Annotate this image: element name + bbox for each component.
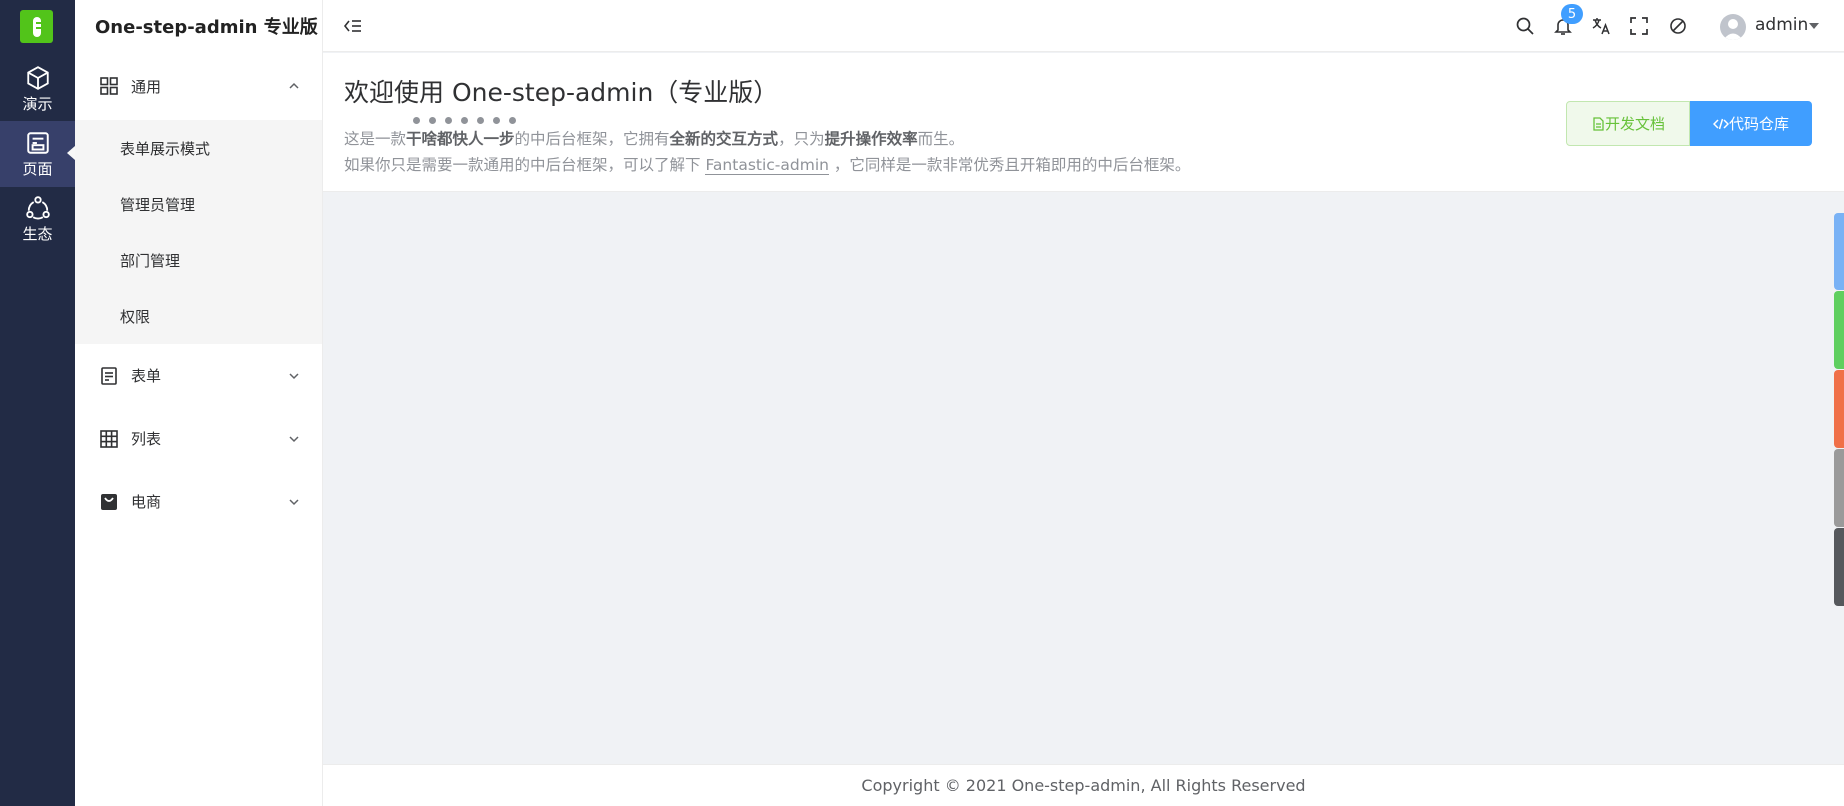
- dev-docs-button[interactable]: 开发文档: [1566, 101, 1690, 146]
- document-icon: [101, 366, 117, 385]
- rail-item-ecosystem[interactable]: 生态: [0, 186, 75, 252]
- menu-group-label: 通用: [131, 77, 162, 96]
- rail-item-pages[interactable]: 页面: [0, 121, 75, 187]
- document-icon: [1593, 116, 1604, 131]
- intro-bold: 干啥都快人一步: [406, 130, 515, 148]
- theme-color-tab-blue[interactable]: [1834, 213, 1844, 290]
- shopping-bag-icon: [101, 493, 117, 510]
- chevron-down-icon: [289, 498, 299, 505]
- menu-item-department-management[interactable]: 部门管理: [75, 232, 322, 288]
- button-label: 代码仓库: [1728, 115, 1789, 133]
- theme-color-tab-dark[interactable]: [1834, 528, 1844, 606]
- translate-icon[interactable]: [1591, 16, 1611, 36]
- rail-item-label: 生态: [22, 224, 53, 243]
- notification-badge: 5: [1561, 4, 1583, 24]
- user-avatar-icon: [1723, 19, 1743, 40]
- avatar[interactable]: [1720, 14, 1746, 40]
- code-repo-button[interactable]: 代码仓库: [1690, 101, 1812, 146]
- main-nav-rail: 演示 页面 生态: [0, 0, 75, 806]
- intro-text: 这是一款: [344, 130, 407, 148]
- menu-item-permissions[interactable]: 权限: [75, 288, 322, 344]
- search-icon[interactable]: [1515, 16, 1535, 36]
- theme-toggle-icon[interactable]: [1668, 16, 1688, 36]
- submenu-general: 表单展示模式 管理员管理 部门管理 权限: [75, 120, 322, 344]
- user-menu-caret-icon[interactable]: [1809, 23, 1819, 29]
- grid-icon: [100, 77, 118, 95]
- theme-color-tab-gray[interactable]: [1834, 449, 1844, 527]
- menu-group-label: 电商: [131, 493, 162, 511]
- theme-color-tab-green[interactable]: [1834, 291, 1844, 369]
- fantastic-admin-link[interactable]: Fantastic-admin: [705, 156, 829, 175]
- ecosystem-icon: [25, 195, 50, 219]
- menu-group-label: 表单: [131, 367, 162, 385]
- sidebar-title: One-step-admin 专业版: [95, 17, 318, 38]
- footer: Copyright © 2021 One-step-admin, All Rig…: [323, 764, 1844, 806]
- emphasis-dots: [413, 117, 516, 124]
- page-icon: [26, 131, 49, 154]
- top-bar: 5 admin: [323, 0, 1844, 52]
- menu-group-label: 列表: [131, 430, 162, 448]
- copyright-text: Copyright © 2021 One-step-admin, All Rig…: [861, 776, 1306, 795]
- active-indicator: [67, 146, 75, 160]
- intro-text: ，它同样是一款非常优秀且开箱即用的中后台框架。: [828, 156, 1191, 174]
- welcome-header: 欢迎使用 One-step-admin（专业版） 这是一款干啥都快人一步的中后台…: [323, 53, 1844, 192]
- menu-group-ecommerce[interactable]: 电商: [75, 470, 322, 533]
- fullscreen-icon[interactable]: [1629, 16, 1649, 36]
- intro-bold: 全新的交互方式: [669, 130, 779, 148]
- username[interactable]: admin: [1755, 15, 1808, 35]
- intro-text: 的中后台框架，它拥有: [514, 130, 670, 148]
- rail-item-label: 页面: [22, 159, 53, 178]
- menu-item-form-display[interactable]: 表单展示模式: [75, 120, 322, 176]
- menu-group-general[interactable]: 通用: [75, 52, 322, 120]
- collapse-sidebar-icon[interactable]: [343, 16, 363, 36]
- logo-icon: [32, 16, 41, 37]
- button-label: 开发文档: [1604, 115, 1665, 133]
- rail-item-label: 演示: [22, 94, 53, 113]
- app-logo[interactable]: [20, 10, 53, 43]
- page-title: 欢迎使用 One-step-admin（专业版）: [344, 78, 779, 107]
- sub-sidebar: One-step-admin 专业版 通用 表单展示模式 管理员管理 部门管理 …: [75, 0, 323, 806]
- menu-group-list[interactable]: 列表: [75, 407, 322, 470]
- chevron-down-icon: [289, 372, 299, 379]
- chevron-down-icon: [289, 435, 299, 442]
- table-icon: [100, 429, 118, 448]
- intro-text: ，只为: [778, 130, 825, 148]
- intro-text: 如果你只是需要一款通用的中后台框架，可以了解下: [344, 156, 706, 174]
- chevron-up-icon: [289, 82, 299, 89]
- intro-line-2: 如果你只是需要一款通用的中后台框架，可以了解下 Fantastic-admin …: [344, 153, 1190, 175]
- cube-icon: [26, 65, 49, 90]
- menu-group-form[interactable]: 表单: [75, 344, 322, 407]
- theme-color-tab-orange[interactable]: [1834, 370, 1844, 448]
- code-icon: [1712, 118, 1729, 129]
- intro-text: 而生。: [917, 130, 965, 148]
- rail-item-demo[interactable]: 演示: [0, 56, 75, 122]
- menu-item-admin-management[interactable]: 管理员管理: [75, 176, 322, 232]
- intro-line-1: 这是一款干啥都快人一步的中后台框架，它拥有全新的交互方式，只为提升操作效率而生。: [344, 127, 964, 149]
- intro-bold: 提升操作效率: [824, 130, 918, 148]
